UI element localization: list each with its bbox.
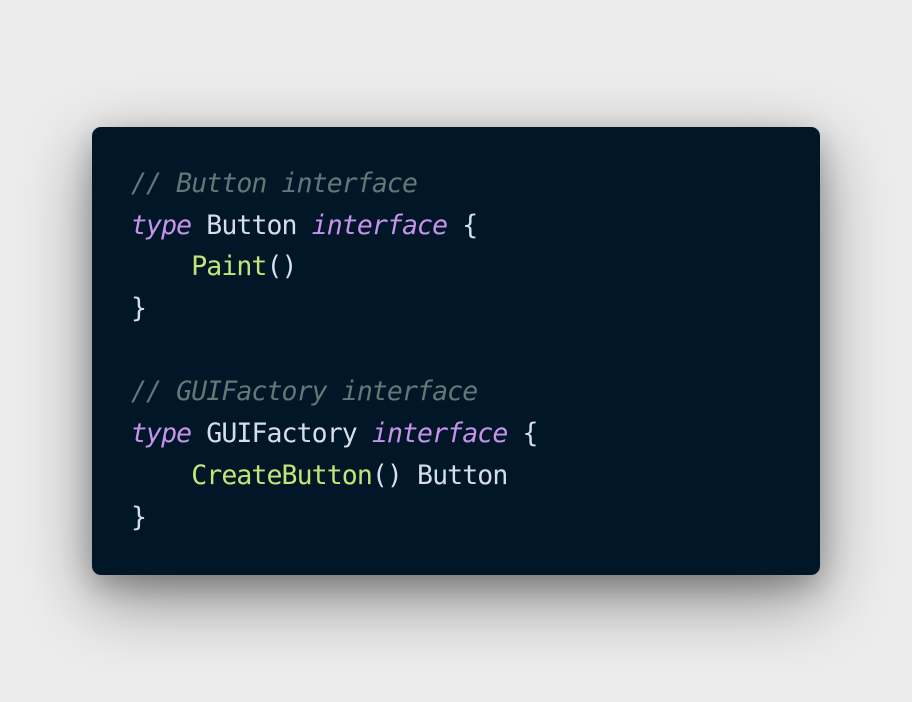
- code-line-3: Paint(): [131, 246, 538, 288]
- close-brace: }: [131, 501, 147, 533]
- comment: // Button interface: [131, 168, 418, 199]
- close-brace: }: [131, 293, 147, 325]
- comment: // GUIFactory interface: [131, 376, 478, 408]
- type-name: Button: [206, 209, 297, 241]
- method-name: CreateButton: [191, 459, 373, 491]
- method-name: Paint: [191, 251, 267, 283]
- code-line-2: type Button interface {: [131, 205, 538, 247]
- code-line-4: }: [131, 288, 538, 330]
- code-line-9: }: [131, 497, 538, 539]
- type-name: GUIFactory: [206, 418, 357, 450]
- code-line-1: // Button interface: [131, 163, 538, 205]
- keyword-type: type: [131, 209, 192, 241]
- code-line-6: // GUIFactory interface: [131, 371, 538, 413]
- keyword-interface: interface: [371, 418, 508, 450]
- open-brace: {: [522, 418, 538, 450]
- code-line-7: type GUIFactory interface {: [131, 413, 538, 455]
- open-brace: {: [462, 209, 478, 241]
- return-type: Button: [417, 459, 508, 491]
- code-line-8: CreateButton() Button: [131, 455, 538, 497]
- parens: (): [371, 459, 403, 491]
- keyword-type: type: [131, 418, 192, 450]
- code-block: // Button interface type Button interface…: [131, 163, 538, 538]
- keyword-interface: interface: [311, 209, 448, 241]
- code-snippet-card: // Button interface type Button interface…: [92, 127, 820, 575]
- parens: (): [266, 251, 298, 283]
